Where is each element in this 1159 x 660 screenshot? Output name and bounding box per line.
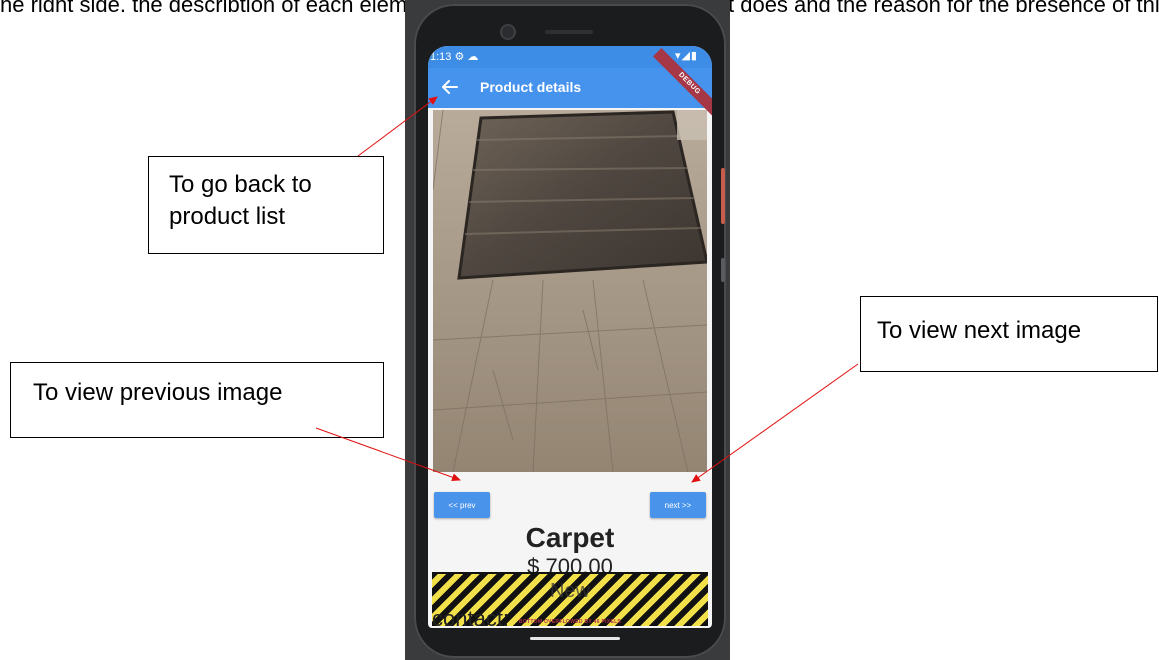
arrow-to-prev bbox=[315, 427, 461, 482]
annotation-arrows bbox=[315, 96, 859, 483]
arrow-to-next bbox=[691, 363, 859, 483]
arrow-to-back bbox=[357, 96, 438, 157]
